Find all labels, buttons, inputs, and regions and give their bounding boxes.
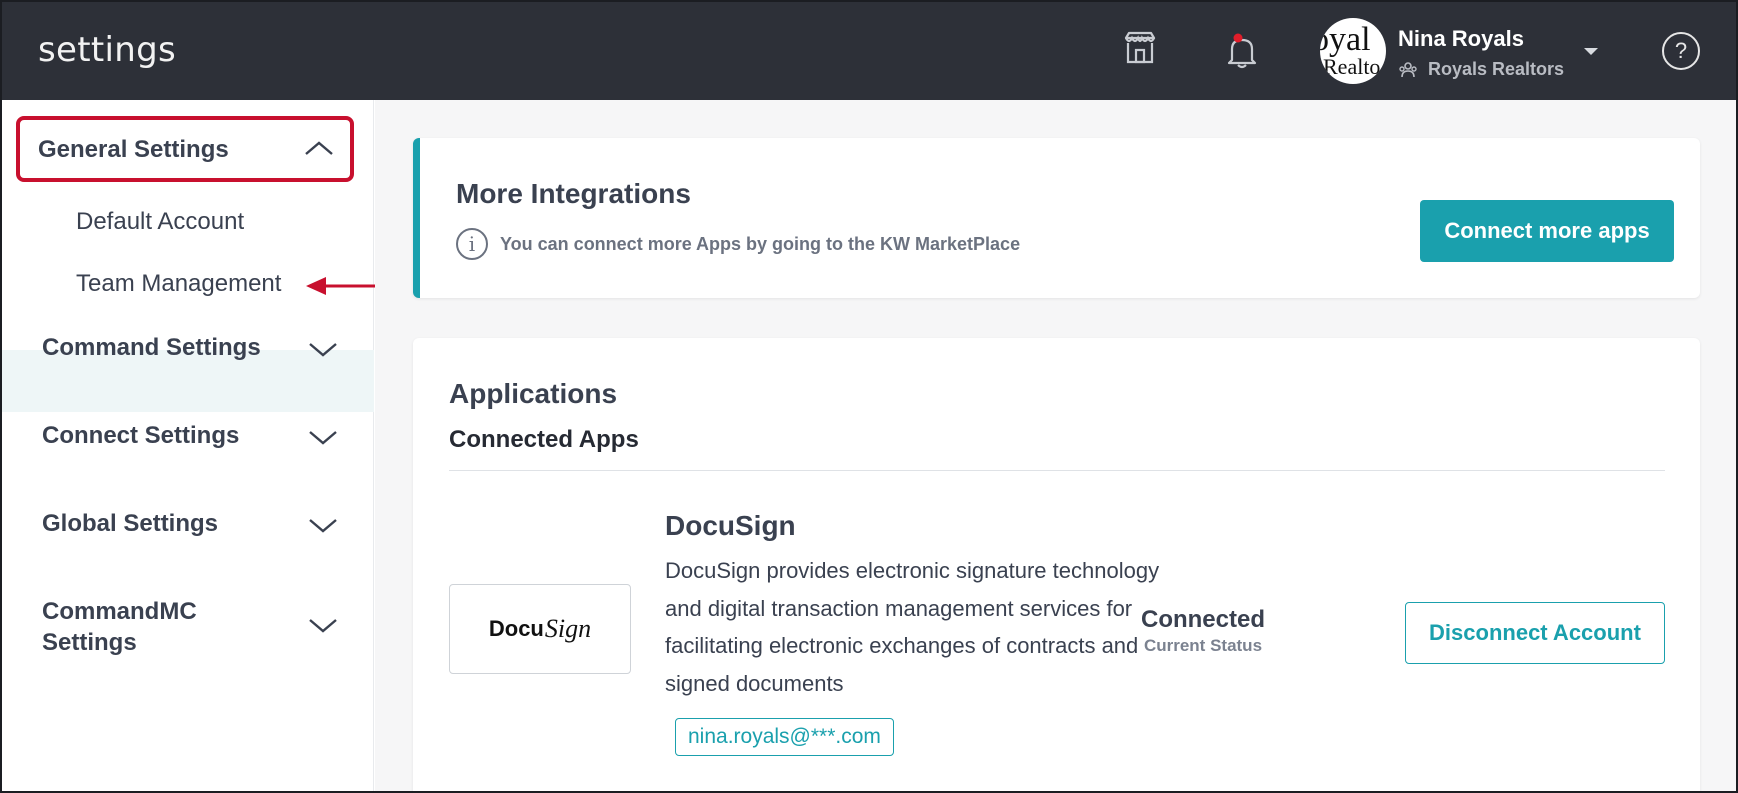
app-name: DocuSign	[665, 510, 796, 541]
annotation-highlight-box	[16, 116, 354, 182]
sidebar-section-global-settings[interactable]: Global Settings	[42, 510, 218, 538]
connect-more-apps-button[interactable]: Connect more apps	[1420, 200, 1674, 262]
chevron-down-icon[interactable]	[308, 342, 338, 358]
app-description: DocuSign provides electronic signature t…	[665, 558, 1160, 696]
integrations-title: More Integrations	[456, 178, 691, 209]
sidebar-section-connect-settings[interactable]: Connect Settings	[42, 422, 239, 450]
help-icon[interactable]: ?	[1662, 32, 1700, 70]
sidebar-section-command-settings[interactable]: Command Settings	[42, 334, 261, 362]
disconnect-account-button[interactable]: Disconnect Account	[1405, 602, 1665, 664]
top-bar: settings oyal Realto Nina Royals Royals …	[2, 2, 1736, 100]
notifications-bell-icon[interactable]	[1222, 30, 1262, 70]
user-menu-caret-icon[interactable]	[1584, 48, 1598, 55]
user-org-label: Royals Realtors	[1428, 59, 1565, 79]
main-content: More Integrations i You can connect more…	[375, 100, 1736, 791]
connected-apps-subtitle: Connected Apps	[449, 426, 639, 453]
chevron-down-icon[interactable]	[308, 518, 338, 534]
status-value: Connected	[1140, 606, 1265, 633]
marketplace-store-icon[interactable]	[1122, 30, 1158, 66]
app-status: Connected Current Status	[1113, 606, 1293, 656]
chevron-down-icon[interactable]	[308, 618, 338, 634]
more-integrations-card: More Integrations i You can connect more…	[413, 138, 1700, 298]
user-avatar[interactable]: oyal Realto	[1320, 18, 1386, 84]
divider	[449, 470, 1665, 471]
app-window: settings oyal Realto Nina Royals Royals …	[0, 0, 1738, 793]
user-org[interactable]: Royals Realtors	[1398, 59, 1564, 80]
info-icon: i	[456, 228, 488, 260]
notification-dot	[1233, 33, 1243, 43]
applications-card: Applications Connected Apps Docu Sign Doc…	[413, 338, 1700, 791]
team-icon	[1399, 61, 1417, 77]
user-name[interactable]: Nina Royals	[1398, 26, 1524, 52]
page-title: settings	[38, 30, 176, 70]
app-account-email[interactable]: nina.royals@***.com	[675, 718, 894, 756]
chevron-down-icon[interactable]	[308, 430, 338, 446]
docusign-logo: Docu Sign	[449, 584, 631, 674]
integrations-info-text: You can connect more Apps by going to th…	[500, 234, 1021, 254]
sidebar-item-team-management[interactable]: Team Management	[76, 270, 281, 298]
settings-sidebar: General Settings Default Account Team Ma…	[2, 100, 400, 791]
sidebar-section-commandmc-settings[interactable]: CommandMC Settings	[42, 596, 197, 658]
applications-title: Applications	[449, 378, 618, 409]
sidebar-item-default-account[interactable]: Default Account	[76, 208, 244, 236]
status-label: Current Status	[1143, 636, 1263, 655]
